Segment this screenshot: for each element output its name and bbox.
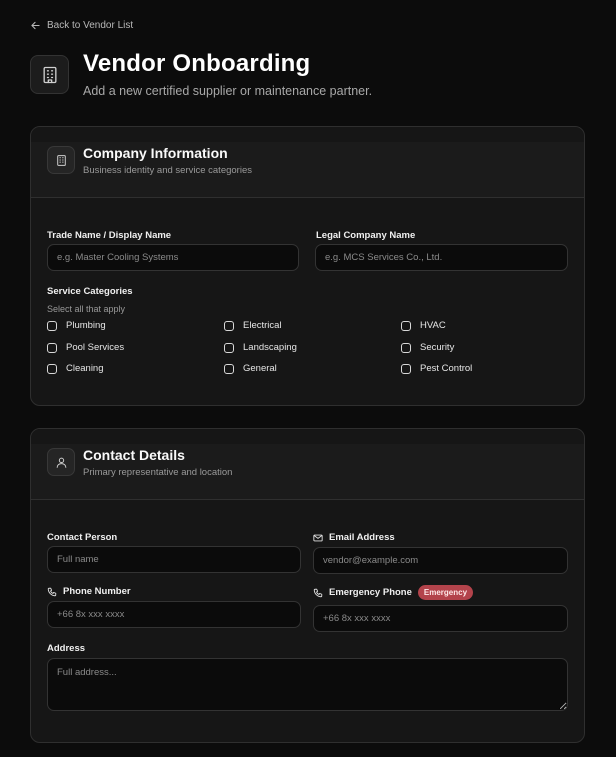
- company-card-header: Company Information Business identity an…: [31, 127, 584, 198]
- category-landscaping-checkbox[interactable]: Landscaping: [224, 342, 297, 353]
- checkbox-box[interactable]: [47, 320, 57, 331]
- checkbox-box[interactable]: [224, 342, 234, 353]
- category-plumbing-checkbox[interactable]: Plumbing: [47, 320, 106, 331]
- emergency-badge: Emergency: [417, 585, 474, 600]
- contact-person-input[interactable]: [47, 546, 301, 573]
- category-electrical-checkbox[interactable]: Electrical: [224, 320, 282, 331]
- contact-person-label: Contact Person: [47, 532, 118, 543]
- address-textarea[interactable]: [47, 658, 568, 711]
- email-label: Email Address: [313, 532, 395, 543]
- phone-icon: [47, 587, 57, 596]
- phone-icon: [313, 588, 323, 597]
- emergency-phone-label-text: Emergency Phone: [329, 587, 412, 598]
- card-title: Contact Details: [83, 447, 185, 463]
- phone-input[interactable]: [47, 601, 301, 628]
- phone-label: Phone Number: [47, 586, 131, 597]
- category-security-checkbox[interactable]: Security: [401, 342, 454, 353]
- page-subtitle: Add a new certified supplier or maintena…: [83, 84, 373, 98]
- checkbox-box[interactable]: [401, 342, 411, 353]
- trade-name-input[interactable]: [47, 244, 299, 271]
- checkbox-box[interactable]: [401, 320, 411, 331]
- checkbox-box[interactable]: [224, 363, 234, 374]
- checkbox-label: Pest Control: [420, 363, 473, 374]
- card-title: Company Information: [83, 145, 228, 161]
- card-subtitle: Business identity and service categories: [83, 165, 252, 176]
- emergency-phone-label: Emergency Phone Emergency: [313, 585, 474, 600]
- emergency-phone-input[interactable]: [313, 605, 568, 632]
- building-icon: [47, 146, 75, 174]
- back-to-vendor-list-link[interactable]: Back to Vendor List: [31, 20, 133, 31]
- checkbox-label: General: [243, 363, 277, 374]
- page-header: Vendor Onboarding Add a new certified su…: [30, 52, 372, 98]
- user-icon: [47, 448, 75, 476]
- checkbox-label: Electrical: [243, 320, 282, 331]
- address-label: Address: [47, 643, 86, 654]
- email-label-text: Email Address: [329, 532, 395, 543]
- checkbox-box[interactable]: [401, 363, 411, 374]
- checkbox-label: Security: [420, 342, 455, 353]
- category-pool-services-checkbox[interactable]: Pool Services: [47, 342, 124, 353]
- category-general-checkbox[interactable]: General: [224, 363, 277, 374]
- checkbox-box[interactable]: [224, 320, 234, 331]
- arrow-left-icon: [31, 21, 40, 30]
- category-hvac-checkbox[interactable]: HVAC: [401, 320, 446, 331]
- checkbox-label: HVAC: [420, 320, 446, 331]
- card-subtitle: Primary representative and location: [83, 467, 233, 478]
- checkbox-label: Plumbing: [66, 320, 106, 331]
- back-link-label: Back to Vendor List: [47, 20, 134, 31]
- contact-details-card: Contact Details Primary representative a…: [30, 428, 585, 743]
- legal-name-label: Legal Company Name: [316, 230, 416, 241]
- trade-name-label: Trade Name / Display Name: [47, 230, 172, 241]
- category-pest-control-checkbox[interactable]: Pest Control: [401, 363, 472, 374]
- checkbox-label: Pool Services: [66, 342, 125, 353]
- checkbox-box[interactable]: [47, 363, 57, 374]
- checkbox-label: Cleaning: [66, 363, 104, 374]
- email-input[interactable]: [313, 547, 568, 574]
- mail-icon: [313, 534, 323, 541]
- legal-name-input[interactable]: [315, 244, 568, 271]
- service-categories-title: Service Categories: [47, 286, 133, 297]
- company-information-card: Company Information Business identity an…: [30, 126, 585, 406]
- checkbox-box[interactable]: [47, 342, 57, 353]
- page-title: Vendor Onboarding: [83, 50, 311, 77]
- checkbox-label: Landscaping: [243, 342, 297, 353]
- category-cleaning-checkbox[interactable]: Cleaning: [47, 363, 104, 374]
- phone-label-text: Phone Number: [63, 586, 131, 597]
- contact-card-header: Contact Details Primary representative a…: [31, 429, 584, 500]
- service-categories-hint: Select all that apply: [47, 304, 126, 314]
- building-icon: [30, 55, 69, 94]
